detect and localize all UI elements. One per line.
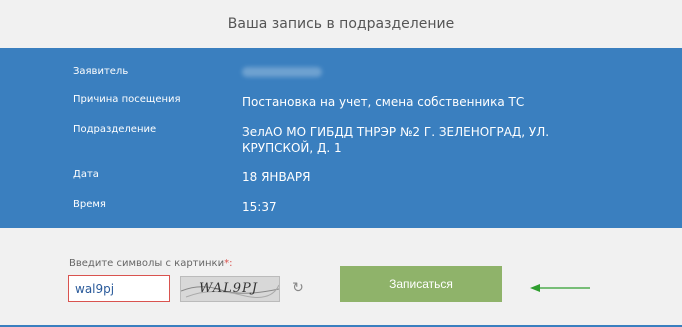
refresh-icon[interactable]: ↻ <box>291 281 305 295</box>
header: Ваша запись в подразделение <box>0 0 682 48</box>
captcha-section: Введите символы с картинки*: WAL9PJ ↻ За… <box>0 228 682 327</box>
captcha-image-text: WAL9PJ <box>199 281 258 296</box>
time-value: 15:37 <box>242 200 277 214</box>
date-value: 18 ЯНВАРЯ <box>242 170 311 184</box>
submit-button[interactable]: Записаться <box>340 266 502 302</box>
arrow-left-icon <box>530 284 590 292</box>
department-label: Подразделение <box>73 124 157 135</box>
captcha-label-text: Введите символы с картинки <box>69 258 225 269</box>
appointment-details-panel: Заявитель Причина посещения Постановка н… <box>0 48 682 228</box>
captcha-input[interactable] <box>68 275 170 302</box>
applicant-value-redacted <box>242 65 612 81</box>
page-title: Ваша запись в подразделение <box>227 16 455 32</box>
applicant-label: Заявитель <box>73 66 129 77</box>
department-value: ЗелАО МО ГИБДД ТНРЭР №2 Г. ЗЕЛЕНОГРАД, У… <box>242 125 550 155</box>
required-mark: *: <box>224 258 233 269</box>
captcha-image: WAL9PJ <box>180 276 280 302</box>
captcha-label: Введите символы с картинки*: <box>69 258 232 269</box>
date-label: Дата <box>73 169 99 180</box>
reason-label: Причина посещения <box>73 94 181 105</box>
reason-value: Постановка на учет, смена собственника Т… <box>242 95 525 109</box>
time-label: Время <box>73 199 106 210</box>
